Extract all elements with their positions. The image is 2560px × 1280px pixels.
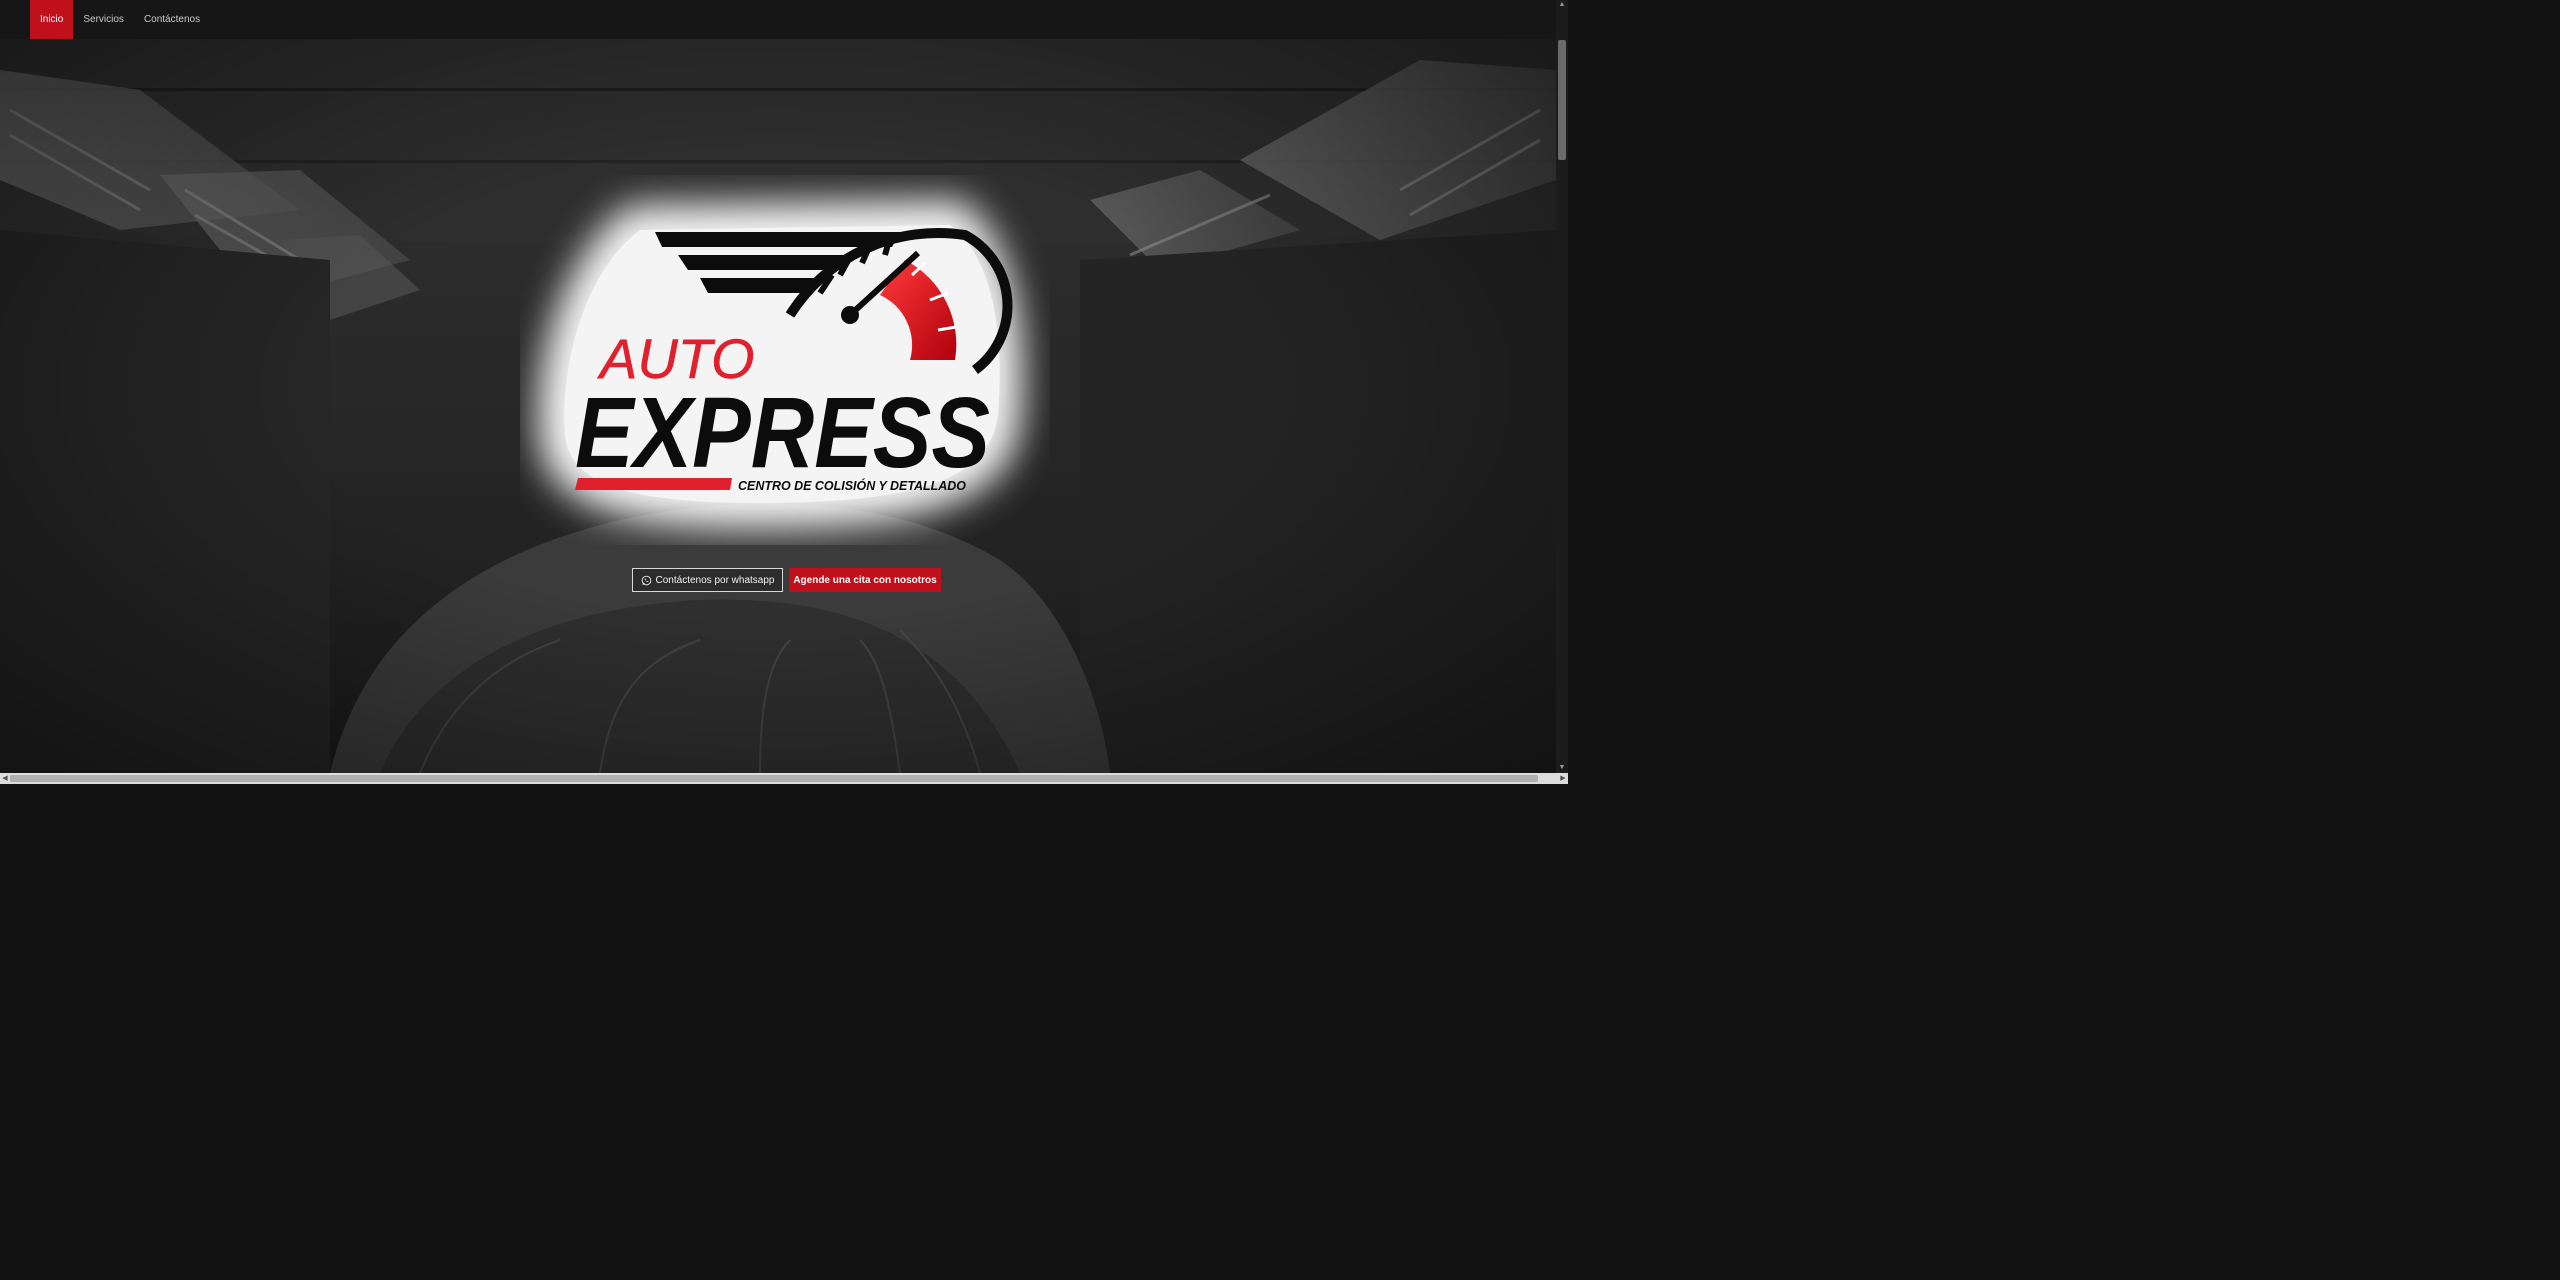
whatsapp-contact-button[interactable]: Contáctenos por whatsapp — [632, 568, 783, 592]
scroll-right-arrow-icon[interactable]: ▶ — [1558, 773, 1568, 784]
horizontal-scroll-thumb[interactable] — [10, 775, 1538, 782]
brand-logo: AUTO EXPRESS CENTRO DE COLISIÓN Y DETALL… — [520, 175, 1050, 545]
schedule-appointment-button[interactable]: Agende una cita con nosotros — [789, 568, 941, 592]
logo-word-express: EXPRESS — [575, 377, 990, 489]
horizontal-scrollbar[interactable]: ◀ ▶ — [0, 773, 1568, 784]
nav-menu: Inicio Servicios Contáctenos — [30, 0, 210, 39]
scroll-left-arrow-icon[interactable]: ◀ — [0, 773, 10, 784]
nav-link-servicios[interactable]: Servicios — [73, 0, 134, 39]
nav-item-contactenos: Contáctenos — [134, 0, 210, 39]
whatsapp-button-label: Contáctenos por whatsapp — [655, 574, 775, 586]
nav-item-servicios: Servicios — [73, 0, 134, 39]
page: Inicio Servicios Contáctenos AUTO EXPRES… — [0, 0, 1568, 784]
top-navbar: Inicio Servicios Contáctenos — [0, 0, 1556, 39]
scroll-down-arrow-icon[interactable]: ▼ — [1556, 763, 1568, 773]
nav-item-inicio: Inicio — [30, 0, 74, 39]
vertical-scrollbar[interactable]: ▲ ▼ — [1556, 0, 1568, 773]
vertical-scroll-thumb[interactable] — [1558, 40, 1566, 160]
nav-link-inicio[interactable]: Inicio — [30, 0, 74, 39]
whatsapp-icon — [641, 575, 651, 585]
nav-link-contactenos[interactable]: Contáctenos — [134, 0, 210, 39]
logo-tagline: CENTRO DE COLISIÓN Y DETALLADO — [738, 478, 966, 493]
scroll-up-arrow-icon[interactable]: ▲ — [1556, 0, 1568, 10]
logo-underline — [575, 478, 732, 490]
